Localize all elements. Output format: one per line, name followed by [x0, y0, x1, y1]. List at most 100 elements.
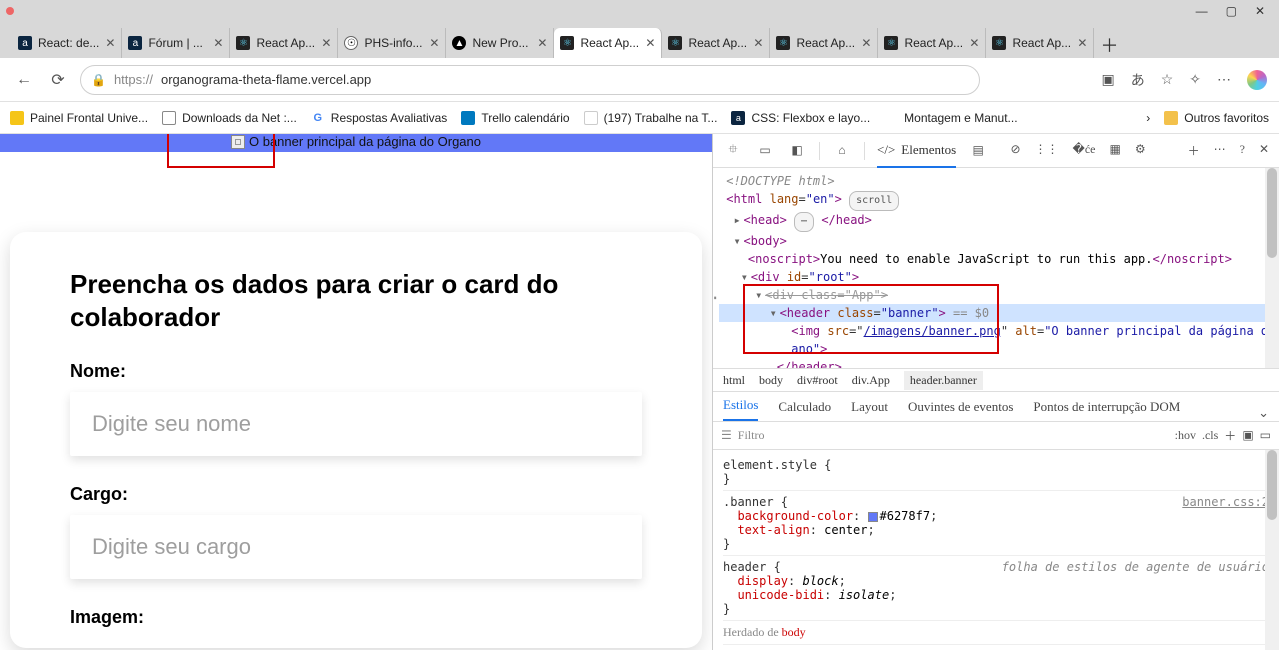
bookmarks-overflow-icon[interactable]: ›: [1146, 111, 1150, 125]
computed-icon[interactable]: ▭: [1260, 428, 1271, 443]
crumb[interactable]: body: [759, 373, 783, 388]
crumb[interactable]: div#root: [797, 373, 838, 388]
tab-title: React Ap...: [256, 36, 315, 50]
bookmark-icon: a: [731, 111, 745, 125]
add-panel-icon[interactable]: ＋: [1188, 142, 1200, 159]
device-toggle-icon[interactable]: ▭: [755, 143, 775, 158]
copilot-icon[interactable]: [1247, 70, 1267, 90]
tab-close-icon[interactable]: ✕: [105, 36, 115, 50]
browser-tab[interactable]: ⚛React Ap...✕: [662, 28, 770, 58]
browser-tab[interactable]: ⚛React Ap...✕: [878, 28, 986, 58]
folder-icon: [1164, 111, 1178, 125]
bookmark-item[interactable]: Downloads da Net :...: [162, 111, 297, 125]
dom-tree[interactable]: <!DOCTYPE html> <html lang="en"> scroll …: [713, 168, 1279, 368]
dock-icon[interactable]: ◧: [787, 143, 807, 158]
settings-gear-icon[interactable]: ⚙: [1135, 142, 1146, 159]
extensions-icon[interactable]: ✧: [1189, 71, 1201, 88]
new-tab-button[interactable]: ＋: [1094, 32, 1124, 58]
annotation-box: [167, 134, 275, 168]
bookmark-icon: [884, 111, 898, 125]
window-close-button[interactable]: ✕: [1255, 4, 1265, 18]
form-heading: Preencha os dados para criar o card do c…: [70, 268, 642, 333]
box-model-icon[interactable]: ▣: [1242, 428, 1253, 443]
crumb[interactable]: div.App: [852, 373, 890, 388]
hov-toggle[interactable]: :hov: [1175, 428, 1196, 443]
bookmark-item[interactable]: Montagem e Manut...: [884, 111, 1017, 125]
tab-close-icon[interactable]: ✕: [753, 36, 763, 50]
help-icon[interactable]: ?: [1240, 142, 1245, 159]
placeholder-text: Digite seu cargo: [92, 534, 251, 560]
translate-icon[interactable]: あ: [1131, 70, 1145, 90]
crumb-active[interactable]: header.banner: [904, 371, 983, 390]
new-style-icon[interactable]: ＋: [1224, 427, 1236, 444]
browser-tab[interactable]: ☉PHS-info...✕: [338, 28, 446, 58]
tab-close-icon[interactable]: ✕: [969, 36, 979, 50]
more-tools-icon[interactable]: ⋯: [1214, 142, 1226, 159]
browser-tab-active[interactable]: ⚛React Ap...✕: [554, 28, 662, 58]
bookmark-item[interactable]: aCSS: Flexbox e layo...: [731, 111, 870, 125]
nav-reload-button[interactable]: ⟳: [46, 70, 70, 90]
bookmark-item[interactable]: Trello calendário: [461, 111, 569, 125]
cls-toggle[interactable]: .cls: [1202, 428, 1218, 443]
rule-source-link[interactable]: banner.css:2: [1182, 495, 1269, 509]
chevron-down-icon[interactable]: ⌄: [1258, 405, 1269, 421]
bookmark-item[interactable]: GRespostas Avaliativas: [311, 111, 448, 125]
dom-breadcrumb[interactable]: html body div#root div.App header.banner: [713, 368, 1279, 392]
welcome-icon[interactable]: ⌂: [832, 143, 852, 158]
styles-tab-calculado[interactable]: Calculado: [778, 399, 831, 421]
nav-back-button[interactable]: ←: [12, 71, 36, 89]
bookmark-label: Trello calendário: [481, 111, 569, 125]
devtools-close-icon[interactable]: ✕: [1259, 142, 1269, 159]
scrollbar[interactable]: [1265, 168, 1279, 368]
reader-icon[interactable]: ▣: [1101, 71, 1114, 88]
placeholder-text: Digite seu nome: [92, 411, 251, 437]
dom-selected-row[interactable]: ▾<header class="banner"> == $0: [719, 304, 1273, 322]
styles-tab-layout[interactable]: Layout: [851, 399, 888, 421]
more-icon[interactable]: ⋯: [1217, 71, 1231, 88]
favicon-icon: ⚛: [560, 36, 574, 50]
tab-close-icon[interactable]: ✕: [321, 36, 331, 50]
tab-close-icon[interactable]: ✕: [645, 36, 655, 50]
browser-tab[interactable]: ⚛React Ap...✕: [770, 28, 878, 58]
tab-close-icon[interactable]: ✕: [1077, 36, 1087, 50]
wifi-icon[interactable]: �će: [1073, 142, 1096, 159]
network-conditions-icon[interactable]: ⋮⋮: [1035, 142, 1059, 159]
input-nome[interactable]: Digite seu nome: [70, 392, 642, 456]
console-icon[interactable]: ▤: [968, 143, 988, 158]
styles-rules[interactable]: element.style { } banner.css:2 .banner {…: [713, 450, 1279, 650]
tab-close-icon[interactable]: ✕: [429, 36, 439, 50]
elements-tab[interactable]: </>Elementos: [877, 134, 956, 168]
browser-tab[interactable]: aReact: de...✕: [12, 28, 122, 58]
favorite-icon[interactable]: ☆: [1161, 71, 1174, 88]
other-bookmarks[interactable]: Outros favoritos: [1164, 111, 1269, 125]
input-cargo[interactable]: Digite seu cargo: [70, 515, 642, 579]
tab-close-icon[interactable]: ✕: [537, 36, 547, 50]
browser-tab[interactable]: aFórum | ...✕: [122, 28, 230, 58]
tab-close-icon[interactable]: ✕: [213, 36, 223, 50]
memory-icon[interactable]: ▦: [1109, 142, 1120, 159]
window-maximize-button[interactable]: ▢: [1226, 4, 1237, 18]
bookmark-item[interactable]: (197) Trabalhe na T...: [584, 111, 718, 125]
issues-icon[interactable]: ⊘: [1010, 142, 1020, 159]
dom-row-more-icon[interactable]: ⋯: [713, 288, 717, 307]
crumb[interactable]: html: [723, 373, 745, 388]
styles-filter-input[interactable]: ☰Filtro: [721, 428, 1169, 443]
browser-tab[interactable]: ▲New Pro...✕: [446, 28, 554, 58]
scrollbar[interactable]: [1265, 450, 1279, 650]
window-minimize-button[interactable]: —: [1196, 4, 1208, 18]
tab-close-icon[interactable]: ✕: [861, 36, 871, 50]
tab-title: React Ap...: [1012, 36, 1071, 50]
browser-tab[interactable]: ⚛React Ap...✕: [986, 28, 1094, 58]
filter-icon: ☰: [721, 428, 732, 443]
url-input[interactable]: 🔒 https://organograma-theta-flame.vercel…: [80, 65, 980, 95]
favicon-icon: ⚛: [668, 36, 682, 50]
styles-tab-estilos[interactable]: Estilos: [723, 397, 758, 421]
bookmark-item[interactable]: Painel Frontal Unive...: [10, 111, 148, 125]
styles-filter-row: ☰Filtro :hov .cls ＋ ▣ ▭: [713, 422, 1279, 450]
favicon-icon: a: [18, 36, 32, 50]
browser-tab[interactable]: ⚛React Ap...✕: [230, 28, 338, 58]
inspect-element-icon[interactable]: ⯐: [723, 140, 743, 161]
titlebar-spacer: [22, 2, 26, 20]
styles-tab-ouvintes[interactable]: Ouvintes de eventos: [908, 399, 1013, 421]
styles-tab-pontos[interactable]: Pontos de interrupção DOM: [1033, 399, 1180, 421]
